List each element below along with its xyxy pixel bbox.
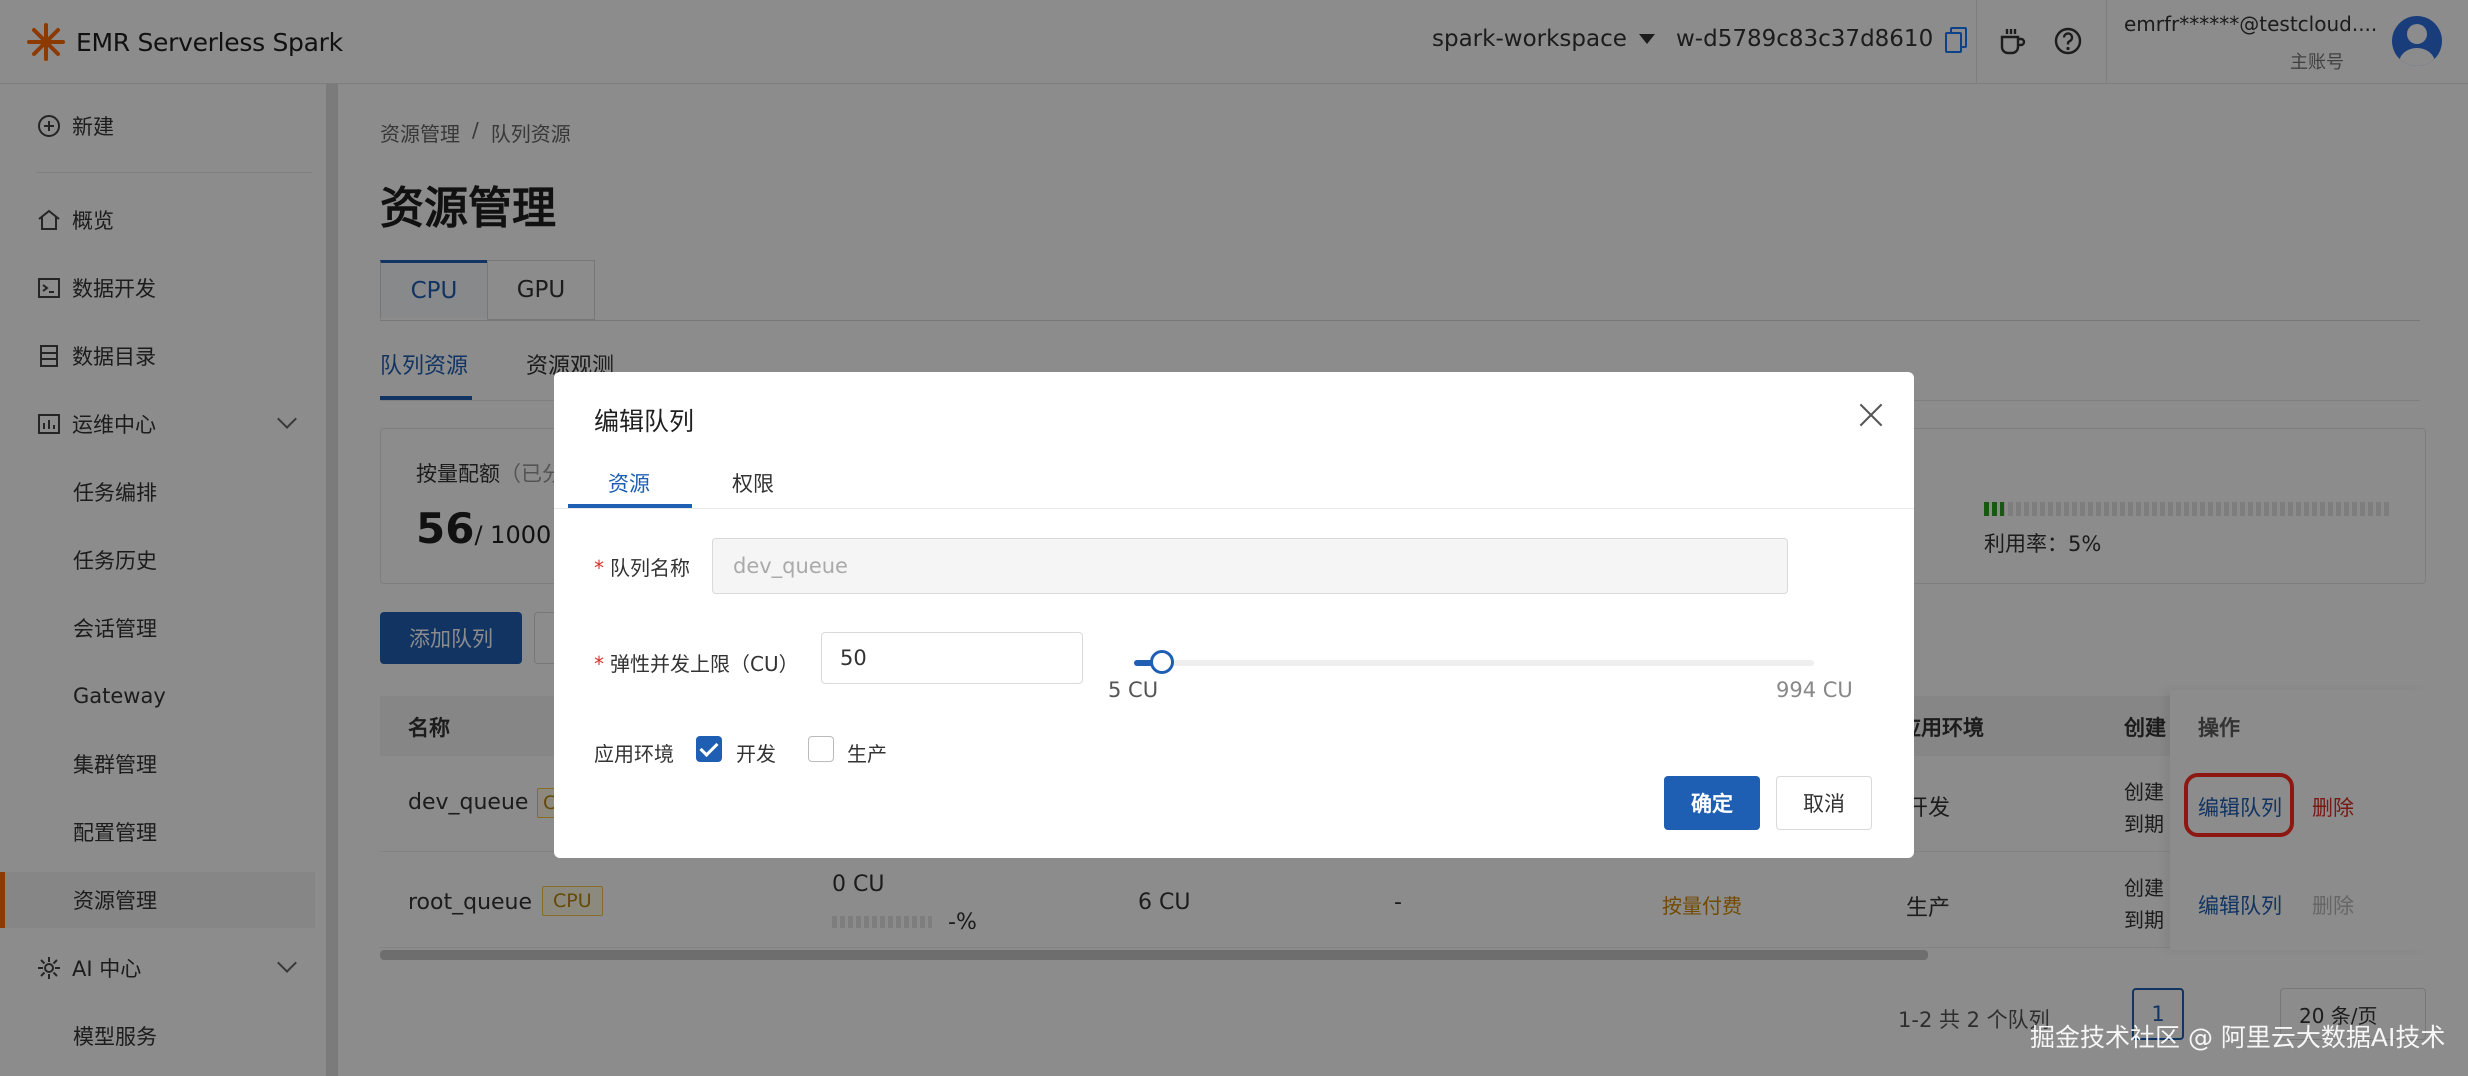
env-label: 应用环境 xyxy=(594,742,674,766)
modal-tab-resources[interactable]: 资源 xyxy=(608,468,650,498)
env-dev-checkbox[interactable] xyxy=(696,736,722,762)
modal-tabs-divider xyxy=(554,508,1914,509)
slider-min-label: 5 CU xyxy=(1108,678,1159,702)
concurrency-slider-handle[interactable] xyxy=(1150,650,1174,674)
required-mark: * xyxy=(594,652,604,676)
close-icon[interactable] xyxy=(1854,398,1888,432)
edit-queue-modal: 编辑队列 资源 权限 * 队列名称 dev_queue * 弹性并发上限（CU） 5… xyxy=(554,372,1914,858)
concurrency-label-text: 弹性并发上限（CU） xyxy=(610,652,799,676)
queue-name-input: dev_queue xyxy=(712,538,1788,594)
modal-title: 编辑队列 xyxy=(594,407,695,436)
env-prod-label[interactable]: 生产 xyxy=(847,738,887,767)
concurrency-input[interactable]: 50 xyxy=(821,632,1083,684)
queue-name-label-text: 队列名称 xyxy=(610,556,690,580)
cancel-button[interactable]: 取消 xyxy=(1776,776,1872,830)
concurrency-label: * 弹性并发上限（CU） xyxy=(594,648,799,677)
queue-name-label: * 队列名称 xyxy=(594,552,690,581)
watermark: 掘金技术社区 @ 阿里云大数据AI技术 xyxy=(2030,1023,2446,1052)
env-prod-checkbox[interactable] xyxy=(808,736,834,762)
concurrency-slider[interactable] xyxy=(1134,660,1814,666)
slider-max-label: 994 CU xyxy=(1776,678,1853,702)
env-dev-label[interactable]: 开发 xyxy=(736,738,776,767)
column-header-operations: 操作 xyxy=(2198,716,2240,740)
confirm-button[interactable]: 确定 xyxy=(1664,776,1760,830)
required-mark: * xyxy=(594,556,604,580)
modal-tab-permissions[interactable]: 权限 xyxy=(732,468,774,498)
